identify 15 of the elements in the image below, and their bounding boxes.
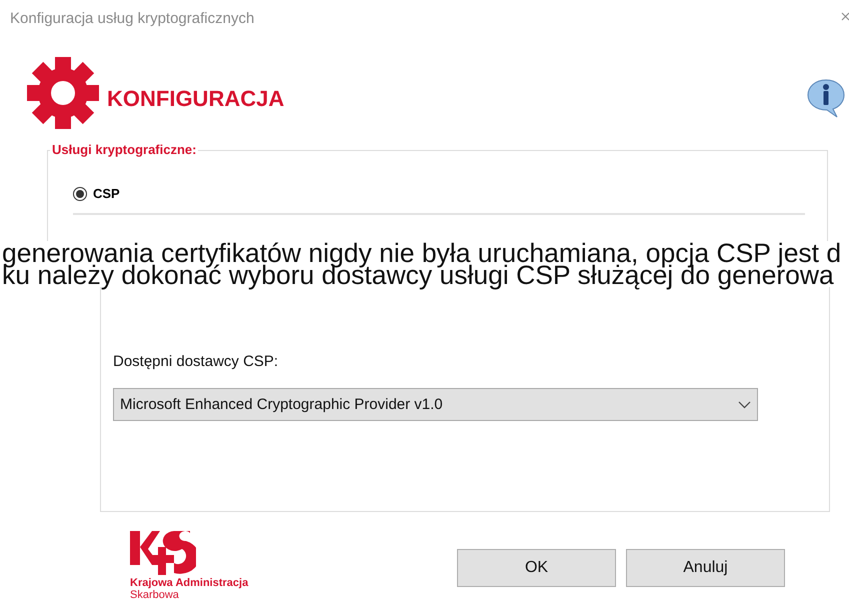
logo-mark [130, 529, 196, 577]
gear-icon [25, 57, 101, 129]
chevron-down-icon [738, 400, 751, 408]
logo-text: Skarbowa [130, 589, 180, 601]
provider-dropdown[interactable]: Microsoft Enhanced Cryptographic Provider v1.0 [113, 388, 758, 421]
providers-label: Dostępni dostawcy CSP: [113, 353, 280, 370]
logo-text: Krajowa Administracja [130, 577, 248, 589]
ok-button[interactable]: OK [457, 549, 616, 587]
info-icon[interactable] [807, 78, 845, 118]
section-title: KONFIGURACJA [107, 86, 286, 112]
group-legend: Usługi kryptograficzne: [50, 142, 198, 157]
window-title: Konfiguracja usług kryptograficznych [10, 10, 254, 26]
radio-option[interactable]: CSP [73, 186, 805, 215]
radio-icon[interactable] [73, 186, 87, 200]
cancel-button[interactable]: Anuluj [626, 549, 785, 587]
